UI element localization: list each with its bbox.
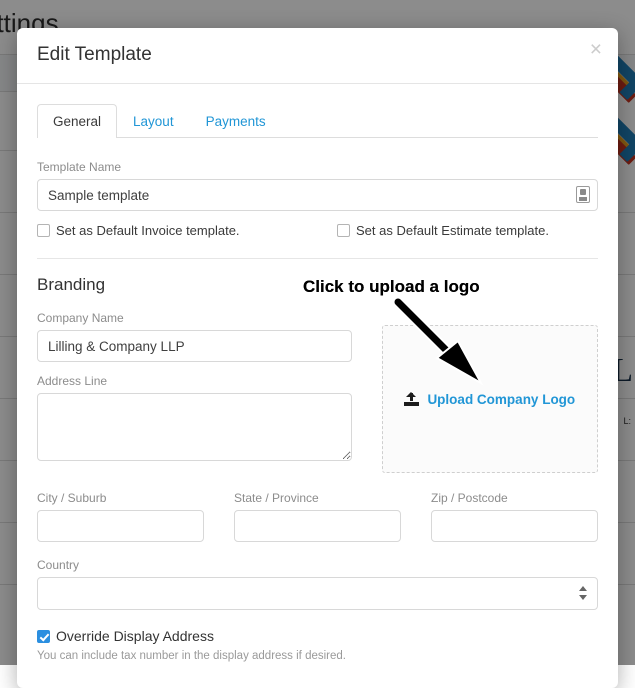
address-line-label: Address Line [37, 374, 108, 388]
zip-input[interactable] [431, 510, 598, 542]
password-manager-icon[interactable] [576, 186, 590, 203]
modal-body: General Layout Payments Template Name Se… [17, 84, 618, 662]
section-divider [37, 258, 598, 259]
country-select-wrap [37, 577, 598, 610]
logo-dropzone[interactable]: Upload Company Logo [381, 325, 598, 473]
zip-field: Zip / Postcode [431, 491, 598, 542]
default-estimate-label: Set as Default Estimate template. [356, 223, 549, 238]
upload-icon [404, 391, 420, 407]
modal-title: Edit Template [37, 44, 152, 65]
override-display-address-checkbox[interactable] [37, 629, 50, 643]
template-name-wrap [37, 179, 598, 211]
state-field: State / Province [234, 491, 401, 542]
default-estimate-checkbox[interactable] [337, 224, 350, 237]
default-invoice-checkbox-item[interactable]: Set as Default Invoice template. [37, 223, 337, 238]
address-line-textarea[interactable] [37, 393, 352, 461]
default-template-checkboxes: Set as Default Invoice template. Set as … [37, 223, 598, 238]
branding-fields: Company Name Address Line [37, 311, 352, 473]
template-name-input[interactable] [37, 179, 598, 211]
tab-bar: General Layout Payments [37, 104, 598, 138]
country-label: Country [37, 558, 80, 572]
tab-layout[interactable]: Layout [117, 104, 190, 138]
country-field: Country [37, 558, 598, 610]
template-name-label: Template Name [37, 160, 122, 174]
annotation-text: Click to upload a logo [303, 277, 480, 296]
close-icon[interactable]: × [590, 39, 602, 60]
tab-payments[interactable]: Payments [190, 104, 282, 138]
edit-template-modal: Edit Template × General Layout Payments … [17, 28, 618, 688]
override-display-address-item[interactable]: Override Display Address [37, 628, 337, 644]
company-name-label: Company Name [37, 311, 124, 325]
country-select[interactable] [37, 577, 598, 610]
upload-company-logo-link[interactable]: Upload Company Logo [427, 392, 575, 407]
state-label: State / Province [234, 491, 319, 505]
default-invoice-label: Set as Default Invoice template. [56, 223, 240, 238]
city-label: City / Suburb [37, 491, 107, 505]
company-name-input[interactable] [37, 330, 352, 362]
city-field: City / Suburb [37, 491, 204, 542]
override-display-address-helper: You can include tax number in the displa… [37, 650, 346, 662]
modal-header: Edit Template × [17, 28, 618, 84]
override-display-address-block: Override Display Address You can include… [37, 628, 598, 662]
override-display-address-label: Override Display Address [56, 628, 214, 644]
default-estimate-checkbox-item[interactable]: Set as Default Estimate template. [337, 223, 549, 238]
address-row: City / Suburb State / Province Zip / Pos… [37, 491, 598, 542]
branding-grid: Company Name Address Line Upload Company… [37, 311, 598, 473]
tab-general[interactable]: General [37, 104, 118, 138]
default-invoice-checkbox[interactable] [37, 224, 50, 237]
state-input[interactable] [234, 510, 401, 542]
city-input[interactable] [37, 510, 204, 542]
zip-label: Zip / Postcode [431, 491, 508, 505]
